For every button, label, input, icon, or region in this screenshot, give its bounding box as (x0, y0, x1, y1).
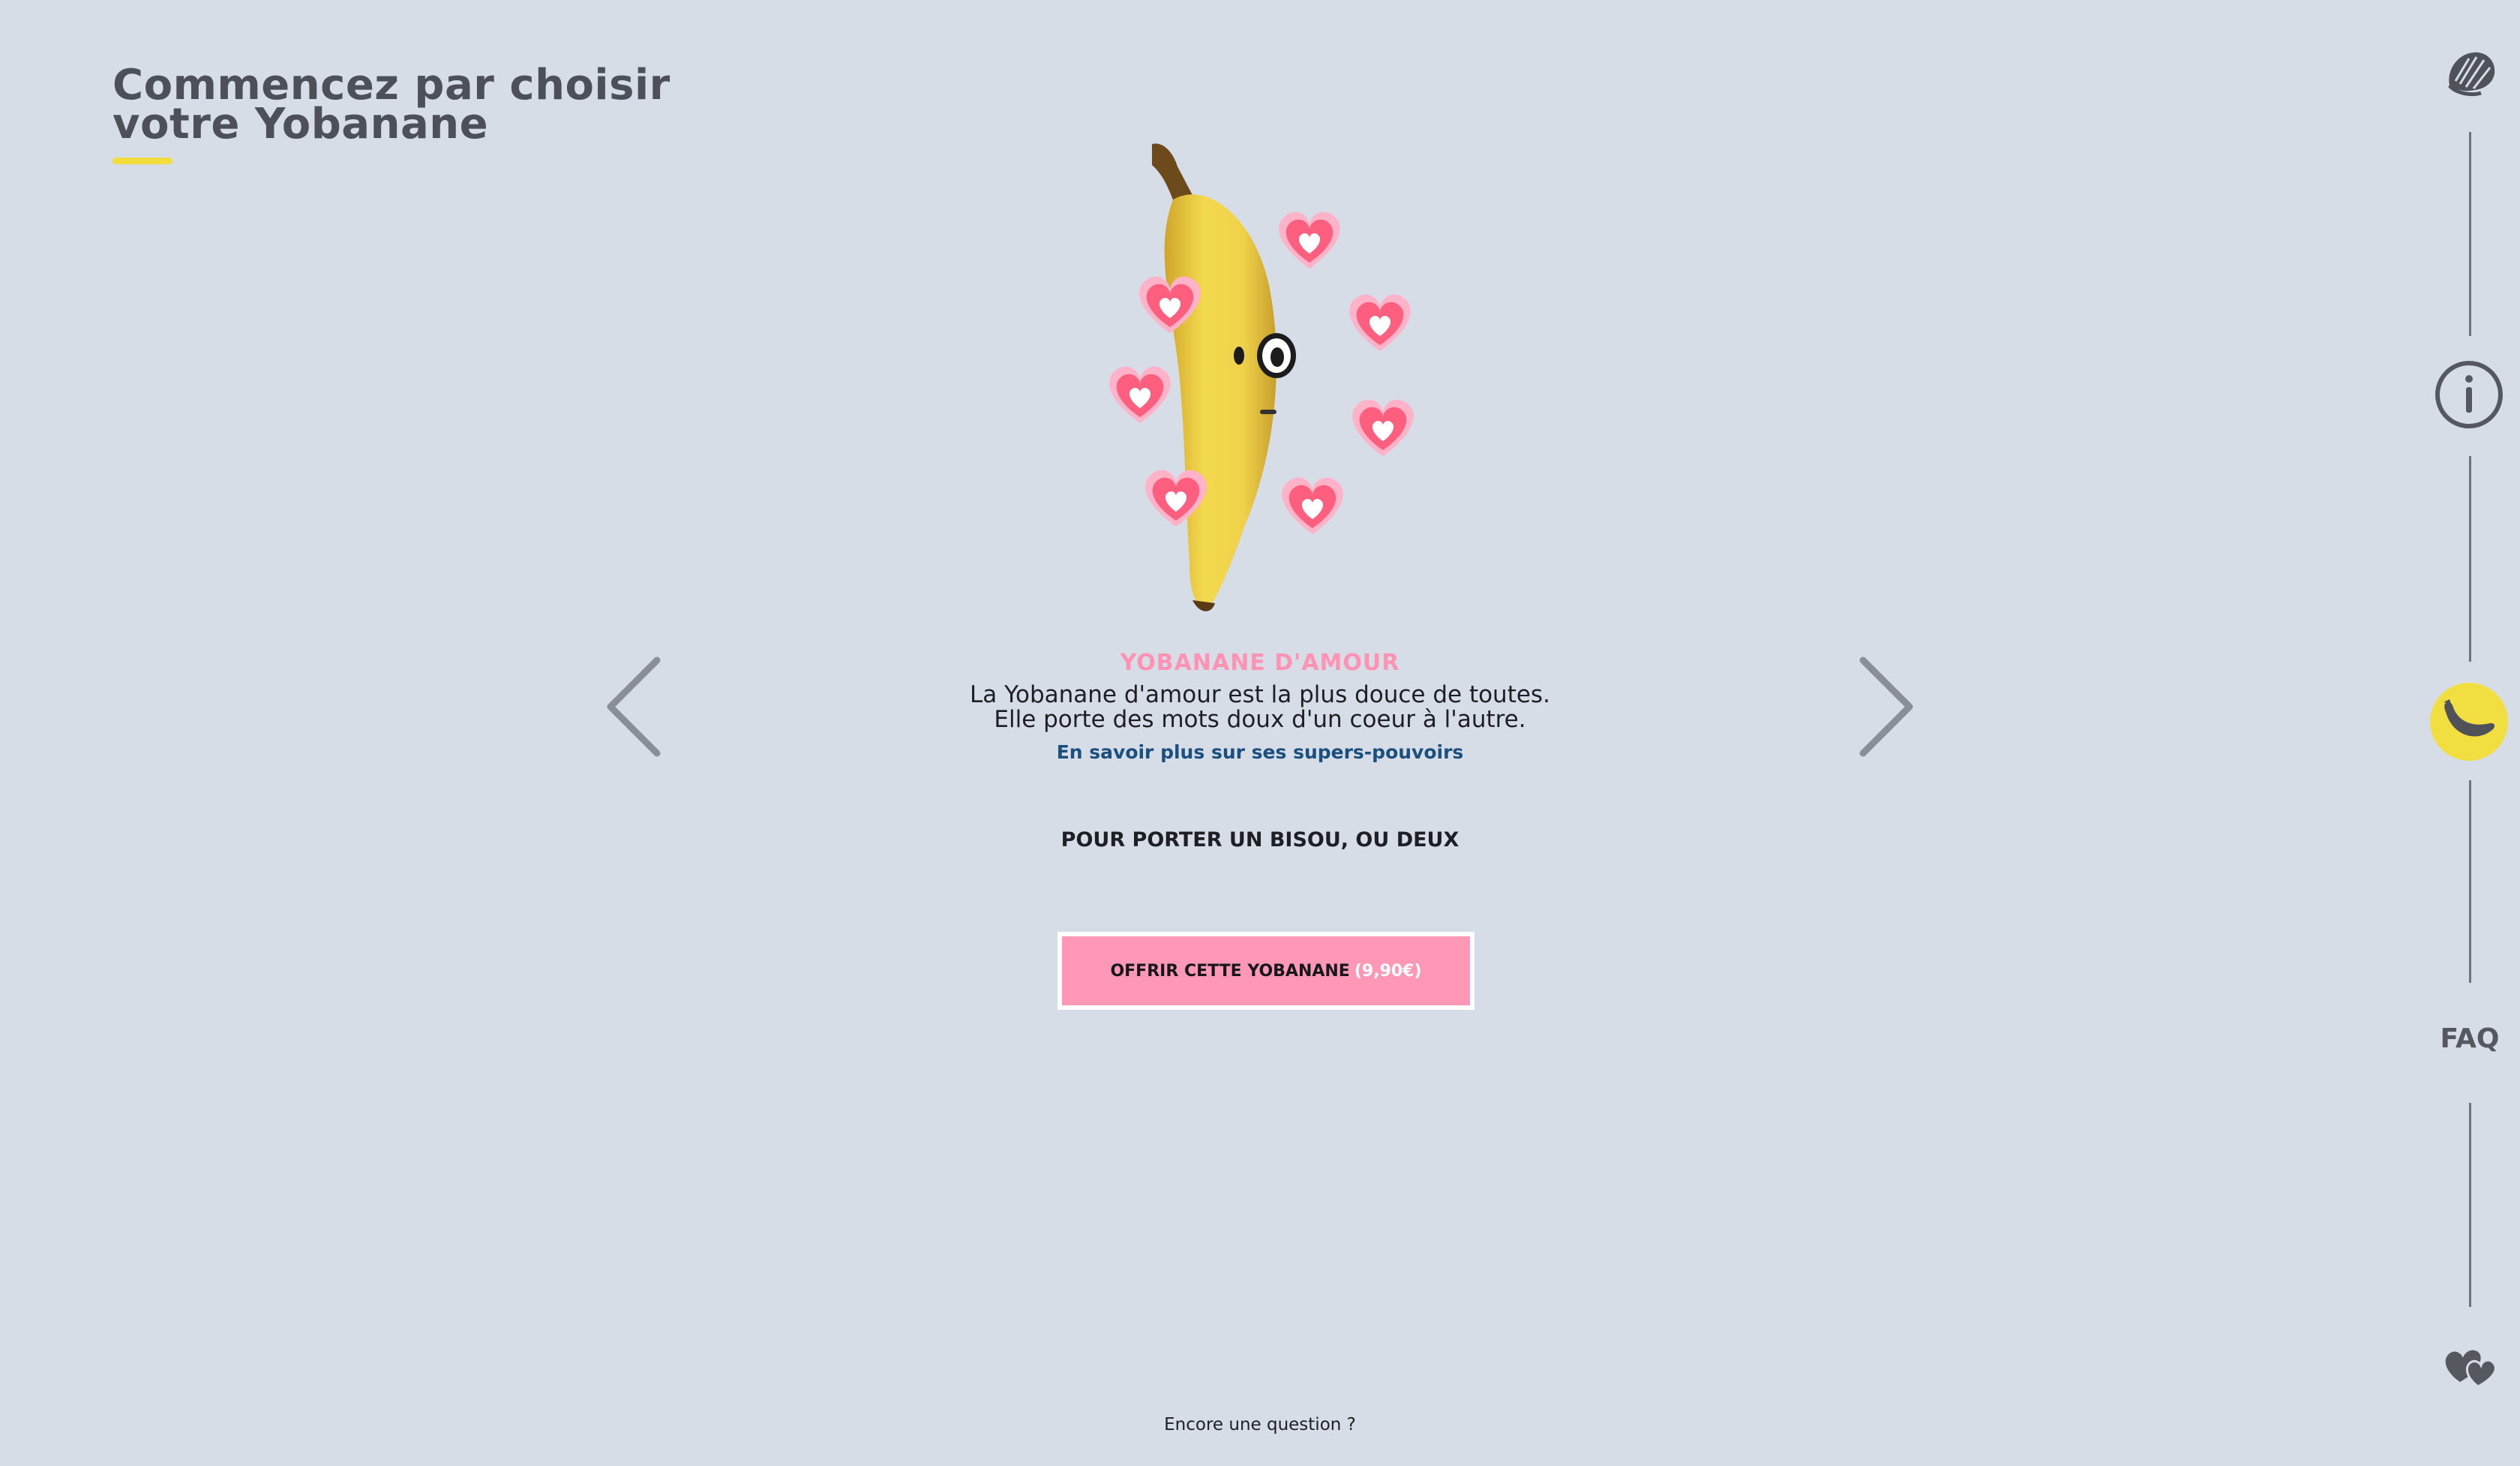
shell-icon[interactable] (2440, 44, 2500, 104)
page-title: Commencez par choisir votre Yobanane (112, 65, 670, 149)
hearts-icon[interactable] (2440, 1341, 2500, 1389)
product-description-line-1: La Yobanane d'amour est la plus douce de… (970, 681, 1550, 708)
offer-button-price: (9,90€) (1354, 961, 1422, 981)
faq-link[interactable]: FAQ (2436, 1023, 2504, 1054)
nav-divider (2469, 780, 2471, 983)
nav-divider (2469, 132, 2471, 336)
product-name: YOBANANE D'AMOUR (1120, 650, 1400, 676)
info-icon[interactable] (2433, 359, 2505, 431)
banana-icon (2444, 699, 2495, 737)
product-description-line-2: Elle porte des mots doux d'un coeur à l'… (994, 706, 1526, 733)
page-title-line-2: votre Yobanane (112, 100, 489, 149)
title-underline (112, 158, 172, 164)
nav-divider (2469, 456, 2471, 662)
product-description: La Yobanane d'amour est la plus douce de… (885, 683, 1635, 732)
more-questions-link[interactable]: Encore une question ? (1035, 1415, 1485, 1434)
banana-illustration (1109, 143, 1414, 611)
product-tagline: POUR PORTER UN BISOU, OU DEUX (1060, 828, 1460, 852)
offer-banana-button[interactable]: OFFRIR CETTE YOBANANE (9,90€) (1058, 932, 1474, 1010)
nav-banana-active[interactable] (2430, 683, 2508, 761)
page: Commencez par choisir votre Yobanane YOB… (0, 0, 2520, 1466)
nav-divider (2469, 1103, 2471, 1307)
learn-more-link[interactable]: En savoir plus sur ses supers-pouvoirs (960, 741, 1560, 763)
next-arrow-icon[interactable] (1845, 653, 1920, 761)
offer-button-label: OFFRIR CETTE YOBANANE (1110, 961, 1350, 981)
previous-arrow-icon[interactable] (600, 653, 675, 761)
